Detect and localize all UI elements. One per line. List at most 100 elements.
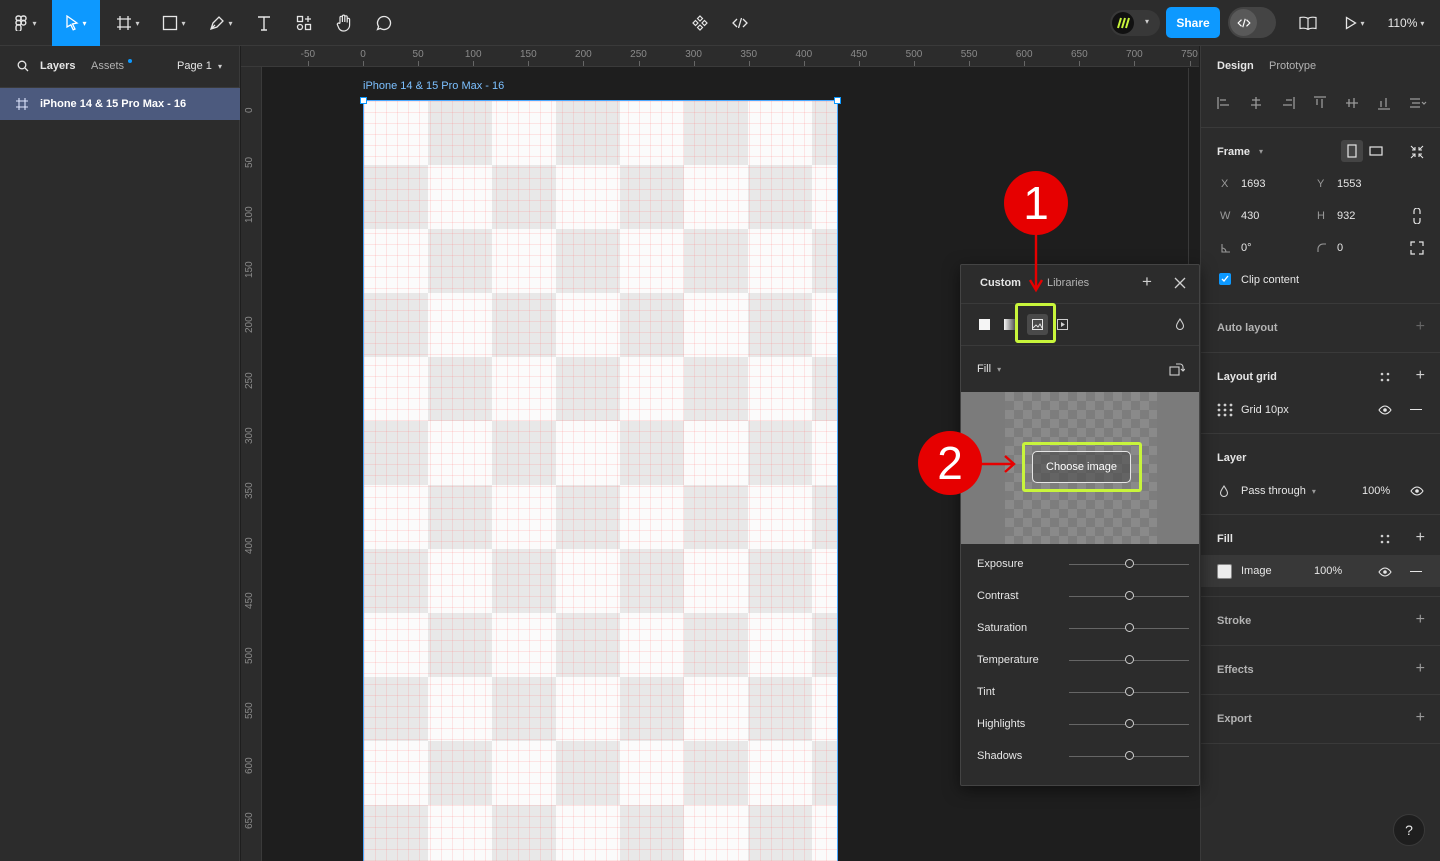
tab-custom[interactable]: Custom [980, 277, 1021, 289]
dev-mode-toggle[interactable] [1228, 7, 1276, 38]
frame-icon [16, 98, 28, 110]
fill-row[interactable]: Image 100% [1201, 555, 1440, 587]
share-button[interactable]: Share [1166, 7, 1220, 38]
video-fill-icon[interactable] [1057, 319, 1068, 330]
resources-tool-button[interactable] [290, 0, 318, 46]
remove-fill-icon[interactable] [1410, 571, 1422, 573]
tab-prototype[interactable]: Prototype [1269, 60, 1316, 72]
blend-mode-dropdown[interactable]: Pass through ▾ [1241, 485, 1316, 497]
add-auto-layout-icon[interactable]: + [1416, 319, 1425, 335]
add-stroke-icon[interactable]: + [1416, 612, 1425, 628]
text-tool-button[interactable] [250, 0, 278, 46]
resize-handle-top-left[interactable] [360, 97, 367, 104]
components-button[interactable] [688, 0, 712, 46]
align-center-v-icon[interactable] [1345, 96, 1359, 110]
distribute-icon[interactable] [1409, 96, 1427, 110]
shape-tool-button[interactable]: ▾ [154, 0, 194, 46]
tab-assets[interactable]: Assets [91, 60, 124, 72]
resize-handle-top-right[interactable] [834, 97, 841, 104]
adjustment-row: Tint [961, 683, 1201, 703]
pen-tool-button[interactable]: ▾ [200, 0, 242, 46]
fill-mode-dropdown[interactable]: Fill ▾ [977, 363, 1001, 375]
fill-opacity-input[interactable]: 100% [1314, 565, 1342, 577]
cursor-icon [65, 15, 80, 31]
grid-icon[interactable] [1217, 403, 1233, 417]
ruler-tick-label: 700 [1126, 49, 1143, 60]
zoom-dropdown[interactable]: 110% ▾ [1380, 0, 1432, 46]
corner-radius-input[interactable]: 0 [1337, 242, 1343, 254]
add-export-icon[interactable]: + [1416, 710, 1425, 726]
fill-section-title: Fill [1217, 533, 1233, 545]
ruler-tick [803, 61, 805, 66]
ruler-tick-label: 650 [1070, 49, 1088, 60]
fill-styles-icon[interactable] [1380, 534, 1390, 544]
ruler-tick [528, 61, 530, 66]
fill-swatch[interactable] [1217, 564, 1232, 579]
x-input[interactable]: 1693 [1241, 178, 1265, 190]
main-menu-button[interactable]: ▾ [8, 0, 44, 46]
close-icon[interactable] [1174, 277, 1186, 289]
rotation-input[interactable]: 0° [1241, 242, 1252, 254]
user-avatar-button[interactable]: ▾ [1110, 10, 1160, 36]
page-selector[interactable]: Page 1 ▾ [177, 60, 222, 72]
move-tool-button[interactable]: ▾ [52, 0, 100, 46]
slider-knob[interactable] [1125, 559, 1134, 568]
blend-mode-icon[interactable] [1175, 318, 1185, 330]
slider-knob[interactable] [1125, 591, 1134, 600]
eye-icon[interactable] [1378, 405, 1392, 415]
ruler-tick-label: 250 [244, 371, 255, 389]
frame-name-label[interactable]: iPhone 14 & 15 Pro Max - 16 [363, 80, 504, 92]
w-input[interactable]: 430 [1241, 210, 1259, 222]
search-icon[interactable] [17, 60, 29, 72]
help-button[interactable]: ? [1393, 814, 1425, 846]
add-style-icon[interactable]: + [1142, 273, 1152, 290]
slider-knob[interactable] [1125, 623, 1134, 632]
choose-image-button[interactable]: Choose image [1032, 451, 1131, 483]
align-left-icon[interactable] [1217, 96, 1231, 110]
portrait-button[interactable] [1341, 140, 1363, 162]
resize-to-fit-icon[interactable] [1410, 145, 1424, 159]
landscape-icon[interactable] [1369, 146, 1383, 156]
ruler-tick-label: 550 [244, 702, 255, 720]
hand-tool-button[interactable] [330, 0, 358, 46]
slider-knob[interactable] [1125, 751, 1134, 760]
slider-knob[interactable] [1125, 655, 1134, 664]
solid-fill-icon[interactable] [979, 319, 990, 330]
code-icon [1230, 9, 1257, 36]
frame-tool-button[interactable]: ▾ [108, 0, 148, 46]
layer-opacity-input[interactable]: 100% [1362, 485, 1390, 497]
dev-code-button[interactable] [728, 0, 752, 46]
constrain-proportions-icon[interactable] [1412, 208, 1422, 224]
h-input[interactable]: 932 [1337, 210, 1355, 222]
slider-knob[interactable] [1125, 719, 1134, 728]
frame-section-title[interactable]: Frame [1217, 146, 1250, 158]
tab-design[interactable]: Design [1217, 60, 1254, 72]
add-effect-icon[interactable]: + [1416, 661, 1425, 677]
clip-content-checkbox[interactable] [1219, 273, 1231, 285]
tab-libraries[interactable]: Libraries [1047, 277, 1089, 289]
align-center-h-icon[interactable] [1249, 96, 1263, 110]
slider-knob[interactable] [1125, 687, 1134, 696]
independent-corners-icon[interactable] [1410, 241, 1424, 255]
align-bottom-icon[interactable] [1377, 96, 1391, 110]
add-layout-grid-icon[interactable]: + [1416, 368, 1425, 384]
tab-layers[interactable]: Layers [40, 60, 75, 72]
align-right-icon[interactable] [1281, 96, 1295, 110]
remove-grid-icon[interactable] [1410, 409, 1422, 411]
gradient-fill-icon[interactable] [1004, 319, 1015, 330]
rotate-image-icon[interactable] [1169, 362, 1185, 376]
comment-tool-button[interactable] [370, 0, 398, 46]
eye-icon[interactable] [1378, 567, 1392, 577]
adjustment-row: Exposure [961, 555, 1201, 575]
layer-row[interactable]: iPhone 14 & 15 Pro Max - 16 [0, 88, 240, 120]
align-top-icon[interactable] [1313, 96, 1327, 110]
present-button[interactable]: ▾ [1340, 0, 1370, 46]
fill-mode-label: Fill [977, 363, 992, 375]
iphone-frame[interactable] [363, 100, 838, 861]
add-fill-icon[interactable]: + [1416, 530, 1425, 546]
library-button[interactable] [1296, 0, 1320, 46]
y-input[interactable]: 1553 [1337, 178, 1361, 190]
eye-icon[interactable] [1410, 486, 1424, 496]
grid-styles-icon[interactable] [1380, 372, 1390, 382]
grid-item-label[interactable]: Grid 10px [1241, 404, 1289, 416]
